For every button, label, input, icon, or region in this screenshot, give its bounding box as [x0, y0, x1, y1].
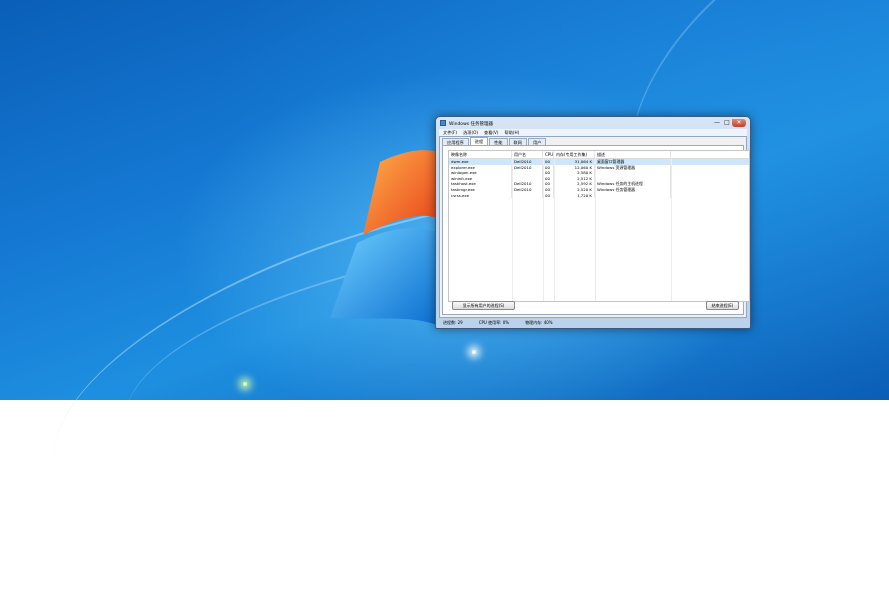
menu-view[interactable]: 查看(V): [484, 129, 499, 136]
column-divider: [595, 158, 596, 301]
process-table[interactable]: 映像名称 用户名 CPU 内存(专用工作集) 描述 dwm.exe Dell20…: [448, 150, 750, 302]
column-user-name[interactable]: 用户名: [512, 151, 543, 158]
cell-user-name: [512, 192, 543, 199]
status-bar: 进程数: 29 CPU 使用率: 0% 物理内存: 40%: [439, 319, 747, 327]
menu-help[interactable]: 帮助(H): [505, 129, 520, 136]
cell-cpu: 00: [543, 192, 554, 199]
menu-bar: 文件(F) 选项(O) 查看(V) 帮助(H): [439, 129, 747, 136]
column-cpu[interactable]: CPU: [543, 151, 554, 158]
column-divider: [671, 158, 672, 301]
minimize-button[interactable]: —: [712, 119, 722, 127]
maximize-button[interactable]: □: [722, 119, 732, 127]
cell-description: [595, 192, 671, 199]
menu-options[interactable]: 选项(O): [463, 129, 478, 136]
column-description[interactable]: 描述: [595, 151, 671, 158]
status-cpu-usage: CPU 使用率: 0%: [478, 320, 510, 325]
cell-image-name: csrss.exe: [449, 192, 512, 199]
table-row[interactable]: csrss.exe 00 1,720 K: [449, 192, 749, 199]
window-title: Windows 任务管理器: [449, 121, 494, 127]
show-all-users-button[interactable]: 显示所有用户的进程(S): [452, 301, 515, 310]
column-spacer: [671, 151, 749, 158]
column-divider: [543, 158, 544, 301]
lens-flare: [472, 350, 476, 354]
processes-panel: 映像名称 用户名 CPU 内存(专用工作集) 描述 dwm.exe Dell20…: [442, 145, 750, 315]
task-manager-icon: [440, 120, 446, 126]
status-process-count: 进程数: 29: [443, 320, 463, 325]
column-memory[interactable]: 内存(专用工作集): [554, 151, 595, 158]
column-divider: [554, 158, 555, 301]
end-process-button[interactable]: 结束进程(E): [706, 301, 739, 310]
column-image-name[interactable]: 映像名称: [449, 151, 512, 158]
cell-memory: 1,720 K: [554, 192, 595, 199]
client-area: 应用程序 进程 性能 联网 用户 映像名称 用户名 CPU 内存(专用工作集) …: [439, 136, 750, 318]
status-physical-memory: 物理内存: 40%: [525, 320, 553, 325]
menu-file[interactable]: 文件(F): [443, 129, 457, 136]
title-bar[interactable]: Windows 任务管理器 — □ ✕: [440, 119, 746, 128]
task-manager-window[interactable]: Windows 任务管理器 — □ ✕ 文件(F) 选项(O) 查看(V) 帮助…: [435, 116, 751, 329]
column-divider: [512, 158, 513, 301]
close-button[interactable]: ✕: [732, 119, 746, 127]
lens-flare: [243, 382, 247, 386]
table-header: 映像名称 用户名 CPU 内存(专用工作集) 描述: [449, 151, 749, 159]
